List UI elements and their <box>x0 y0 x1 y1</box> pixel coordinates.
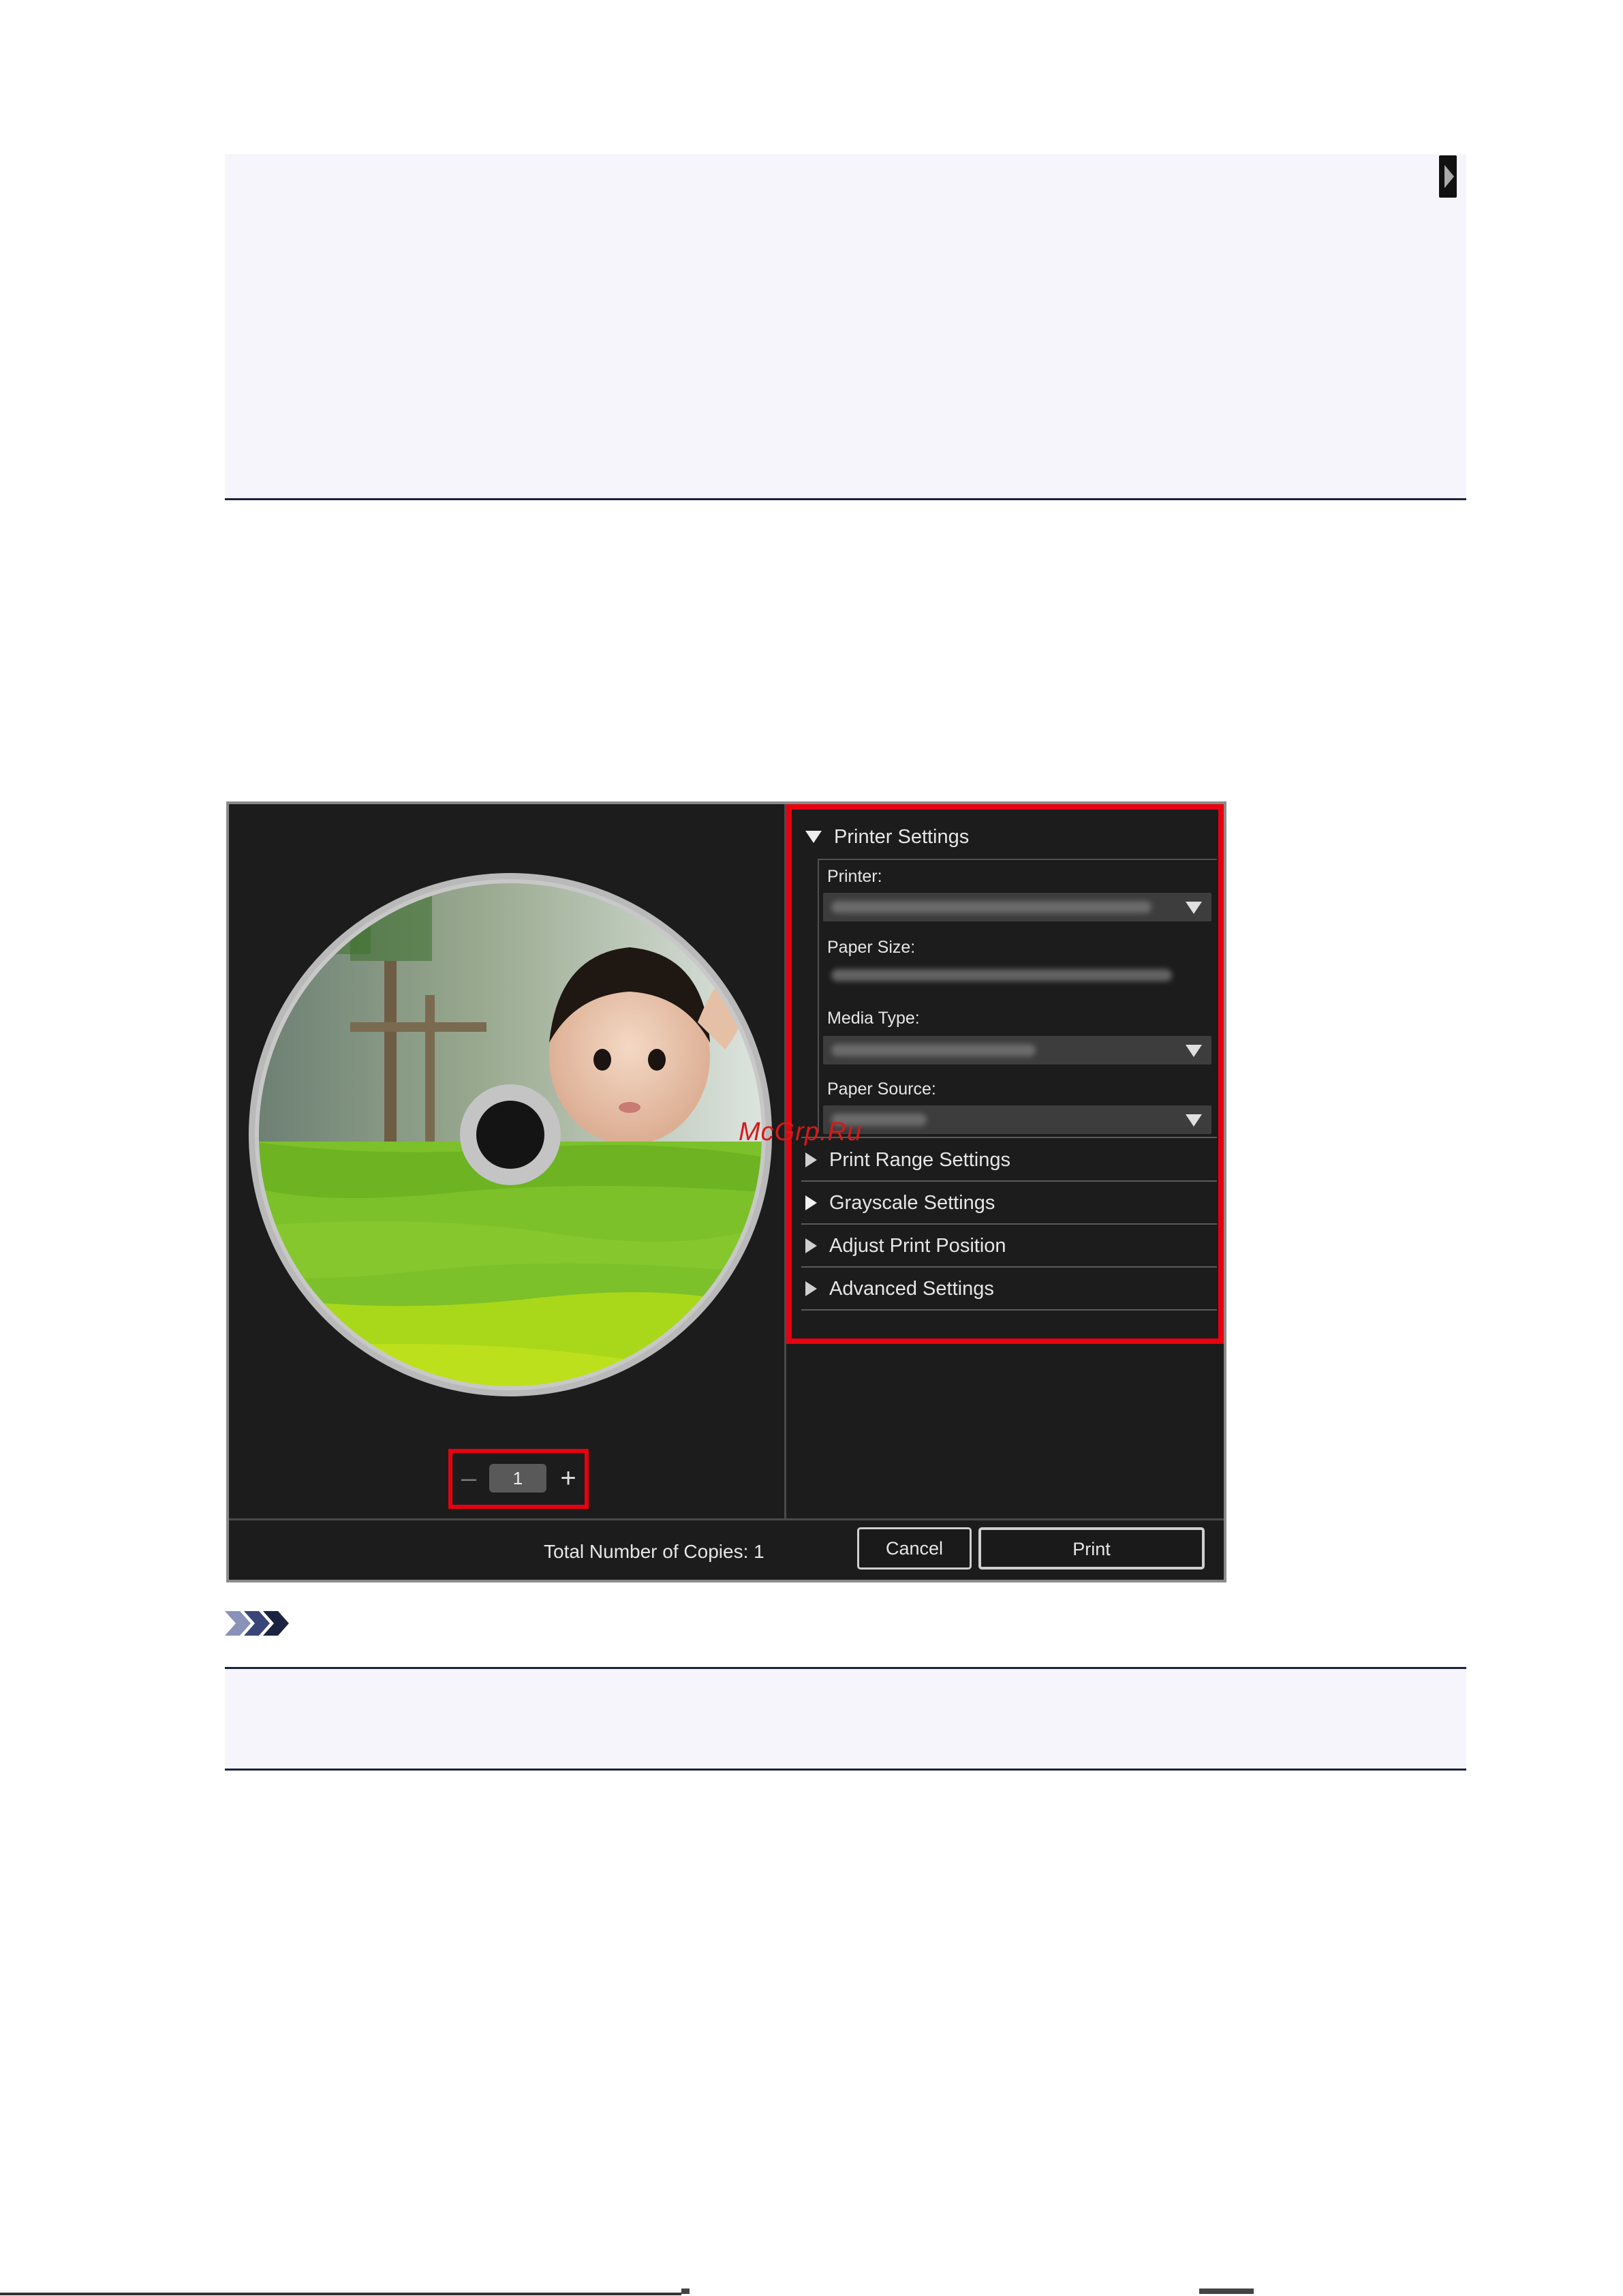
divider <box>801 1223 1217 1225</box>
chevron-down-icon <box>1186 902 1202 914</box>
printer-settings-header[interactable]: Printer Settings <box>805 818 969 856</box>
disc-image <box>249 873 772 1396</box>
triangle-right-icon <box>805 1238 817 1253</box>
page-mark <box>681 2289 690 2294</box>
increase-copies-button[interactable]: + <box>556 1461 581 1495</box>
triangle-right-icon <box>805 1152 817 1167</box>
print-dialog: – 1 + Printer Settings Printer: Paper Si… <box>226 801 1226 1582</box>
copies-highlight: – 1 + <box>448 1449 589 1509</box>
disc-preview <box>248 872 773 1400</box>
triangle-right-icon <box>805 1195 817 1210</box>
chevron-down-icon <box>1186 1045 1202 1057</box>
grayscale-settings-header[interactable]: Grayscale Settings <box>805 1184 995 1222</box>
triangle-down-icon <box>805 831 822 843</box>
dialog-footer: Total Number of Copies: 1 Cancel Print <box>229 1518 1224 1580</box>
cancel-button[interactable]: Cancel <box>857 1527 972 1570</box>
page-mark <box>1199 2289 1254 2294</box>
printer-settings-label: Printer Settings <box>834 826 970 848</box>
decrease-copies-button[interactable]: – <box>457 1461 481 1495</box>
divider <box>801 1309 1217 1311</box>
total-copies-text: Total Number of Copies: 1 <box>544 1541 764 1562</box>
triangle-right-icon <box>805 1281 817 1296</box>
divider <box>801 1266 1217 1268</box>
media-type-label: Media Type: <box>827 1009 920 1028</box>
printer-label: Printer: <box>827 867 882 886</box>
blurred-value <box>831 1044 1036 1056</box>
grayscale-settings-label: Grayscale Settings <box>829 1192 995 1214</box>
blurred-value <box>831 901 1151 913</box>
advanced-settings-header[interactable]: Advanced Settings <box>805 1270 994 1308</box>
divider <box>801 1137 1217 1138</box>
paper-size-value <box>831 969 1172 981</box>
paper-source-select[interactable] <box>823 1105 1211 1134</box>
expand-arrow-icon[interactable] <box>1439 155 1457 198</box>
settings-panel: Printer Settings Printer: Paper Size: Me… <box>786 804 1224 1518</box>
note-chevron-icon <box>225 1611 289 1636</box>
printer-select[interactable] <box>823 893 1211 921</box>
note-box-top <box>225 154 1466 500</box>
paper-size-label: Paper Size: <box>827 938 916 957</box>
print-button[interactable]: Print <box>978 1527 1205 1570</box>
watermark: McGrp.Ru <box>739 1118 863 1146</box>
divider <box>801 1180 1217 1182</box>
adjust-print-position-header[interactable]: Adjust Print Position <box>805 1227 1006 1265</box>
preview-area: – 1 + <box>229 804 786 1518</box>
media-type-select[interactable] <box>823 1036 1211 1065</box>
adjust-print-position-label: Adjust Print Position <box>829 1235 1006 1257</box>
page-edge-rule <box>0 2293 681 2295</box>
copies-input[interactable]: 1 <box>489 1464 546 1493</box>
paper-source-label: Paper Source: <box>827 1080 936 1099</box>
advanced-settings-label: Advanced Settings <box>829 1278 994 1300</box>
note-box-bottom <box>225 1667 1466 1771</box>
chevron-down-icon <box>1186 1114 1202 1127</box>
